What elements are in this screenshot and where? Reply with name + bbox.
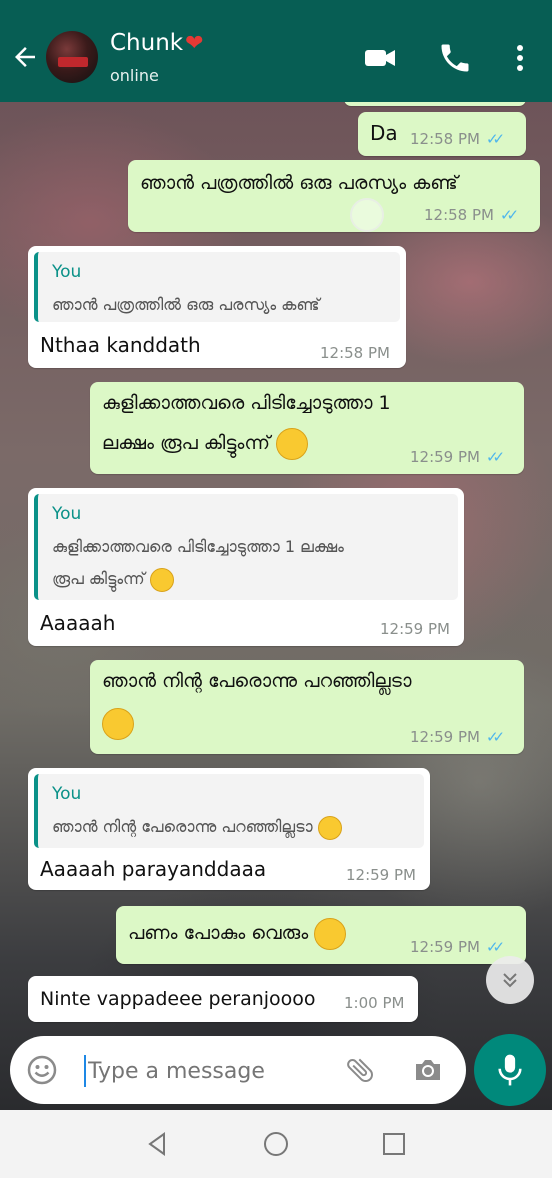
read-ticks-icon: ✓✓: [485, 728, 505, 746]
message-text: Aaaaah: [40, 611, 116, 635]
emoji-icon[interactable]: [26, 1054, 58, 1086]
quote-text: കുളിക്കാത്തവരെ പിടിച്ചോടുത്താ 1 ലക്ഷം: [52, 537, 344, 556]
chat-area[interactable]: Da 12:58 PM ✓✓ ഞാൻ പത്രത്തിൽ ഒരു പരസ്യം ക…: [0, 102, 552, 1110]
quoted-message[interactable]: You ഞാൻ നിന്റ പേരൊന്നു പറഞ്ഞില്ലടാ: [34, 774, 424, 848]
message-incoming[interactable]: You കുളിക്കാത്തവരെ പിടിച്ചോടുത്താ 1 ലക്ഷ…: [28, 488, 464, 646]
message-outgoing[interactable]: ഞാൻ പത്രത്തിൽ ഒരു പരസ്യം കണ്ട് 12:58 PM ✓…: [128, 160, 540, 232]
nav-home-icon[interactable]: [258, 1126, 294, 1162]
quote-author: You: [52, 504, 82, 524]
contact-name-text: Chunk: [110, 30, 184, 56]
quoted-message[interactable]: You കുളിക്കാത്തവരെ പിടിച്ചോടുത്താ 1 ലക്ഷ…: [34, 494, 458, 600]
system-navigation-bar: [0, 1110, 552, 1178]
nav-recents-icon[interactable]: [376, 1126, 412, 1162]
message-time: 12:59 PM ✓✓: [410, 448, 505, 466]
message-time: 12:58 PM ✓✓: [424, 206, 519, 224]
message-text-line2: ലക്ഷം രൂപ കിട്ടുംന്ന്: [102, 426, 309, 460]
double-chevron-down-icon: [503, 973, 517, 988]
contact-name[interactable]: Chunk❤: [110, 30, 204, 56]
message-text: കുളിക്കാത്തവരെ പിടിച്ചോടുത്താ 1: [102, 392, 391, 414]
message-outgoing[interactable]: Da 12:58 PM ✓✓: [358, 112, 526, 156]
video-call-icon[interactable]: [362, 40, 398, 76]
status-bar: [0, 0, 552, 14]
message-outgoing[interactable]: പണം പോകും വെരും 12:59 PM ✓✓: [116, 906, 526, 964]
grinning-emoji-icon: [314, 917, 347, 950]
message-text: Ninte vappadeee peranjoooo: [40, 988, 316, 1010]
message-time: 12:59 PM ✓✓: [410, 728, 505, 746]
message-text: ഞാൻ നിന്റ പേരൊന്നു പറഞ്ഞില്ലടാ: [102, 670, 412, 692]
scroll-to-bottom-button[interactable]: [486, 956, 534, 1004]
message-outgoing[interactable]: കുളിക്കാത്തവരെ പിടിച്ചോടുത്താ 1 ലക്ഷം രൂ…: [90, 382, 524, 474]
message-incoming[interactable]: You ഞാൻ നിന്റ പേരൊന്നു പറഞ്ഞില്ലടാ Aaaaa…: [28, 768, 430, 890]
message-text: Nthaa kanddath: [40, 333, 201, 357]
avatar[interactable]: [46, 31, 98, 83]
message-input[interactable]: [88, 1054, 338, 1088]
quote-text: ഞാൻ നിന്റ പേരൊന്നു പറഞ്ഞില്ലടാ: [52, 810, 342, 843]
more-vert-icon[interactable]: [502, 40, 538, 76]
read-ticks-icon: ✓✓: [485, 130, 505, 148]
message-text: Aaaaah parayanddaaa: [40, 857, 267, 881]
voice-record-button[interactable]: [474, 1034, 546, 1106]
contact-status: online: [110, 66, 159, 85]
attachment-icon[interactable]: [344, 1054, 376, 1086]
message-composer: [10, 1036, 466, 1104]
message-time: 1:00 PM: [344, 994, 405, 1012]
chat-header: Chunk❤ online: [0, 14, 552, 102]
quote-text: ഞാൻ പത്രത്തിൽ ഒരു പരസ്യം കണ്ട്: [52, 295, 320, 314]
touch-indicator: [350, 198, 384, 232]
message-text: Da: [370, 121, 398, 145]
text-cursor: [84, 1055, 86, 1087]
read-ticks-icon: ✓✓: [499, 206, 519, 224]
message-incoming[interactable]: You ഞാൻ പത്രത്തിൽ ഒരു പരസ്യം കണ്ട് Nthaa…: [28, 246, 406, 368]
read-ticks-icon: ✓✓: [485, 448, 505, 466]
message-outgoing[interactable]: ഞാൻ നിന്റ പേരൊന്നു പറഞ്ഞില്ലടാ 12:59 PM ✓…: [90, 660, 524, 754]
message-text: പണം പോകും വെരും: [128, 916, 347, 950]
quote-text-line2: രൂപ കിട്ടുംന്ന്: [52, 562, 174, 595]
voice-call-icon[interactable]: [437, 40, 473, 76]
message-time: 12:58 PM ✓✓: [410, 130, 505, 148]
message-text: ഞാൻ പത്രത്തിൽ ഒരു പരസ്യം കണ്ട്: [140, 172, 458, 194]
smiling-halo-emoji-icon: [102, 708, 134, 740]
read-ticks-icon: ✓✓: [485, 938, 505, 956]
star-struck-emoji-icon: [149, 567, 174, 592]
microphone-icon: [498, 1054, 522, 1086]
nav-back-icon[interactable]: [140, 1126, 176, 1162]
message-incoming[interactable]: Ninte vappadeee peranjoooo 1:00 PM: [28, 976, 418, 1022]
message-bubble-partial: [344, 102, 526, 106]
camera-icon[interactable]: [412, 1054, 444, 1086]
star-struck-emoji-icon: [276, 427, 309, 460]
heart-icon: ❤: [185, 31, 204, 56]
message-time: 12:59 PM: [346, 866, 416, 884]
quote-author: You: [52, 262, 82, 282]
message-time: 12:59 PM ✓✓: [410, 938, 505, 956]
message-time: 12:58 PM: [320, 344, 390, 362]
quote-author: You: [52, 784, 82, 804]
smiling-halo-emoji-icon: [317, 815, 342, 840]
quoted-message[interactable]: You ഞാൻ പത്രത്തിൽ ഒരു പരസ്യം കണ്ട്: [34, 252, 400, 322]
message-time: 12:59 PM: [380, 620, 450, 638]
back-arrow-icon[interactable]: [10, 42, 40, 72]
